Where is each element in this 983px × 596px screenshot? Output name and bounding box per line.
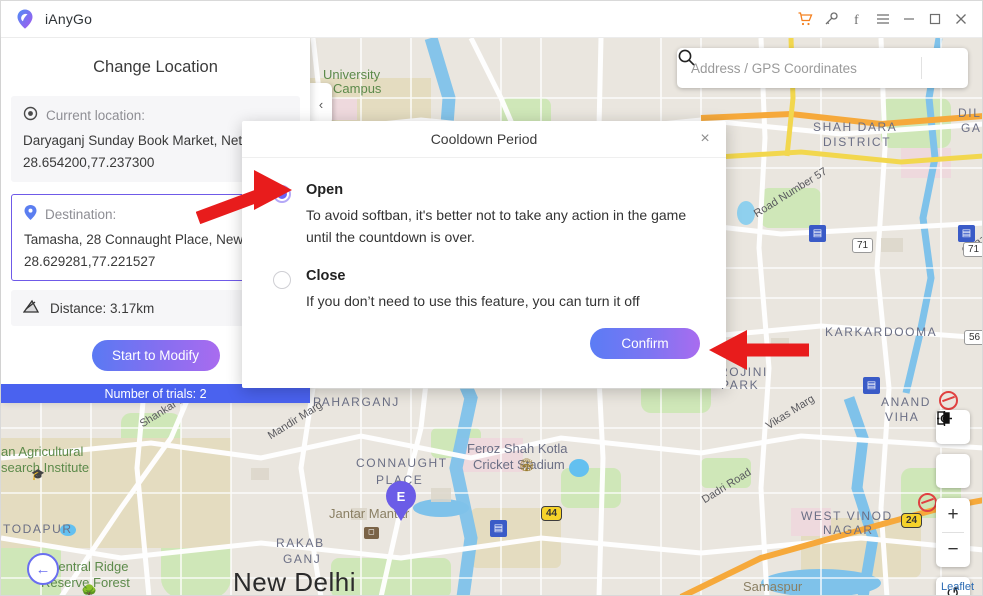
leaflet-attribution[interactable]: Leaflet <box>941 581 974 593</box>
page-title: Change Location <box>93 57 218 76</box>
option-open-text: Open To avoid softban, it's better not t… <box>306 182 696 248</box>
target-icon <box>23 106 38 124</box>
start-to-modify-button[interactable]: Start to Modify <box>91 340 220 371</box>
current-location-label: Current location: <box>46 107 146 123</box>
radio-close[interactable] <box>273 271 291 290</box>
option-close-description: If you don’t need to use this feature, y… <box>306 293 640 310</box>
map-label: ANAND <box>881 395 932 409</box>
map-label: SHAH DARA <box>813 120 898 134</box>
no-entry-icon <box>939 391 958 410</box>
map-label: CONNAUGHT <box>356 456 448 470</box>
destination-coordinates: 28.629281,77.221527 <box>24 254 156 269</box>
map-label: Feroz Shah Kotla <box>467 441 568 456</box>
facebook-icon[interactable]: f <box>844 4 870 34</box>
map-label: search Institute <box>1 460 90 475</box>
map-label: NAGAR <box>823 523 874 537</box>
map-controls: + − ↺ <box>936 410 970 595</box>
panel-collapse-button[interactable]: ‹ <box>310 83 332 125</box>
cooldown-period-dialog: Cooldown Period × Open To avoid softban,… <box>242 121 726 388</box>
dialog-header: Cooldown Period × <box>242 121 726 158</box>
zoom-out-button[interactable]: − <box>936 533 970 567</box>
ruler-icon <box>22 299 40 317</box>
no-entry-icon <box>918 493 937 512</box>
school-icon: 🎓 <box>31 469 45 481</box>
locate-control[interactable] <box>936 411 970 488</box>
annotation-arrow-confirm <box>709 330 809 370</box>
map-label: University <box>323 67 381 82</box>
road-shield: 44 <box>541 506 563 521</box>
dialog-title: Cooldown Period <box>430 131 538 147</box>
map-label: PAHARGANJ <box>313 395 400 409</box>
close-icon[interactable] <box>948 4 974 34</box>
confirm-button[interactable]: Confirm <box>590 328 700 359</box>
app-name: iAnyGo <box>45 11 93 27</box>
road-shield: 24 <box>901 513 923 528</box>
zoom-in-button[interactable]: + <box>936 498 970 532</box>
train-station-icon: ▤ <box>809 225 826 242</box>
map-label: GANJ <box>283 552 322 566</box>
map-label: GAR <box>961 121 982 135</box>
option-close-text: Close If you don’t need to use this feat… <box>306 268 640 312</box>
map-label: TODAPUR <box>3 522 73 536</box>
tree-icon: 🌳 <box>81 584 98 595</box>
marker-letter: E <box>396 488 406 504</box>
map-label: New Delhi <box>233 567 356 595</box>
distance-text: Distance: 3.17km <box>50 300 155 316</box>
minimize-icon[interactable] <box>896 4 922 34</box>
map-label: Central Ridge <box>49 559 129 574</box>
option-open-description: To avoid softban, it's better not to tak… <box>306 207 687 246</box>
map-label: WEST VINOD <box>801 509 893 523</box>
map-search-box[interactable] <box>677 48 968 88</box>
map-label: PARK <box>721 378 760 392</box>
dialog-close-icon[interactable]: × <box>696 130 714 148</box>
zoom-control[interactable]: + − <box>936 498 970 567</box>
dialog-body: Open To avoid softban, it's better not t… <box>242 158 726 312</box>
search-input[interactable] <box>677 48 921 88</box>
map-label: RAKAB <box>276 536 325 550</box>
road-shield: 71 <box>852 238 874 253</box>
titlebar-controls: f <box>792 4 982 34</box>
title-bar: iAnyGo f <box>1 1 982 38</box>
map-pin-icon <box>24 205 37 223</box>
option-open-title: Open <box>306 182 344 198</box>
map-label: VIHA <box>885 410 920 424</box>
map-marker-destination[interactable]: E <box>386 481 416 521</box>
key-icon[interactable] <box>818 4 844 34</box>
option-close-title: Close <box>306 268 346 285</box>
map-label: DISTRICT <box>823 135 892 149</box>
map-label: KARKARDOOMA <box>825 325 938 339</box>
option-open[interactable]: Open To avoid softban, it's better not t… <box>273 182 696 248</box>
train-station-icon: ▤ <box>863 377 880 394</box>
maximize-icon[interactable] <box>922 4 948 34</box>
cart-icon[interactable] <box>792 4 818 34</box>
road-shield: 71 <box>963 242 982 257</box>
map-label: Samaspur <box>743 579 803 594</box>
annotation-arrow-radio <box>196 170 292 225</box>
brand: iAnyGo <box>1 8 92 30</box>
train-station-icon: ▤ <box>490 520 507 537</box>
map-back-button[interactable]: ← <box>27 553 59 585</box>
camera-icon: ◻ <box>364 527 379 539</box>
map-label: an Agricultural <box>1 444 84 459</box>
app-logo-icon <box>14 8 36 30</box>
dialog-footer: Confirm <box>590 328 700 359</box>
app-window: iAnyGo f University orth Campus SHAH DAR… <box>0 0 983 596</box>
option-close[interactable]: Close If you don’t need to use this feat… <box>273 268 696 312</box>
train-station-icon: ▤ <box>958 225 975 242</box>
menu-icon[interactable] <box>870 4 896 34</box>
search-icon[interactable] <box>678 48 968 88</box>
map-label: DILS <box>958 106 982 120</box>
svg-text:f: f <box>854 13 859 27</box>
stadium-icon: 🏟 <box>519 458 535 472</box>
destination-label: Destination: <box>45 206 117 222</box>
locate-icon[interactable] <box>936 411 970 488</box>
road-shield: 56 <box>964 330 982 345</box>
